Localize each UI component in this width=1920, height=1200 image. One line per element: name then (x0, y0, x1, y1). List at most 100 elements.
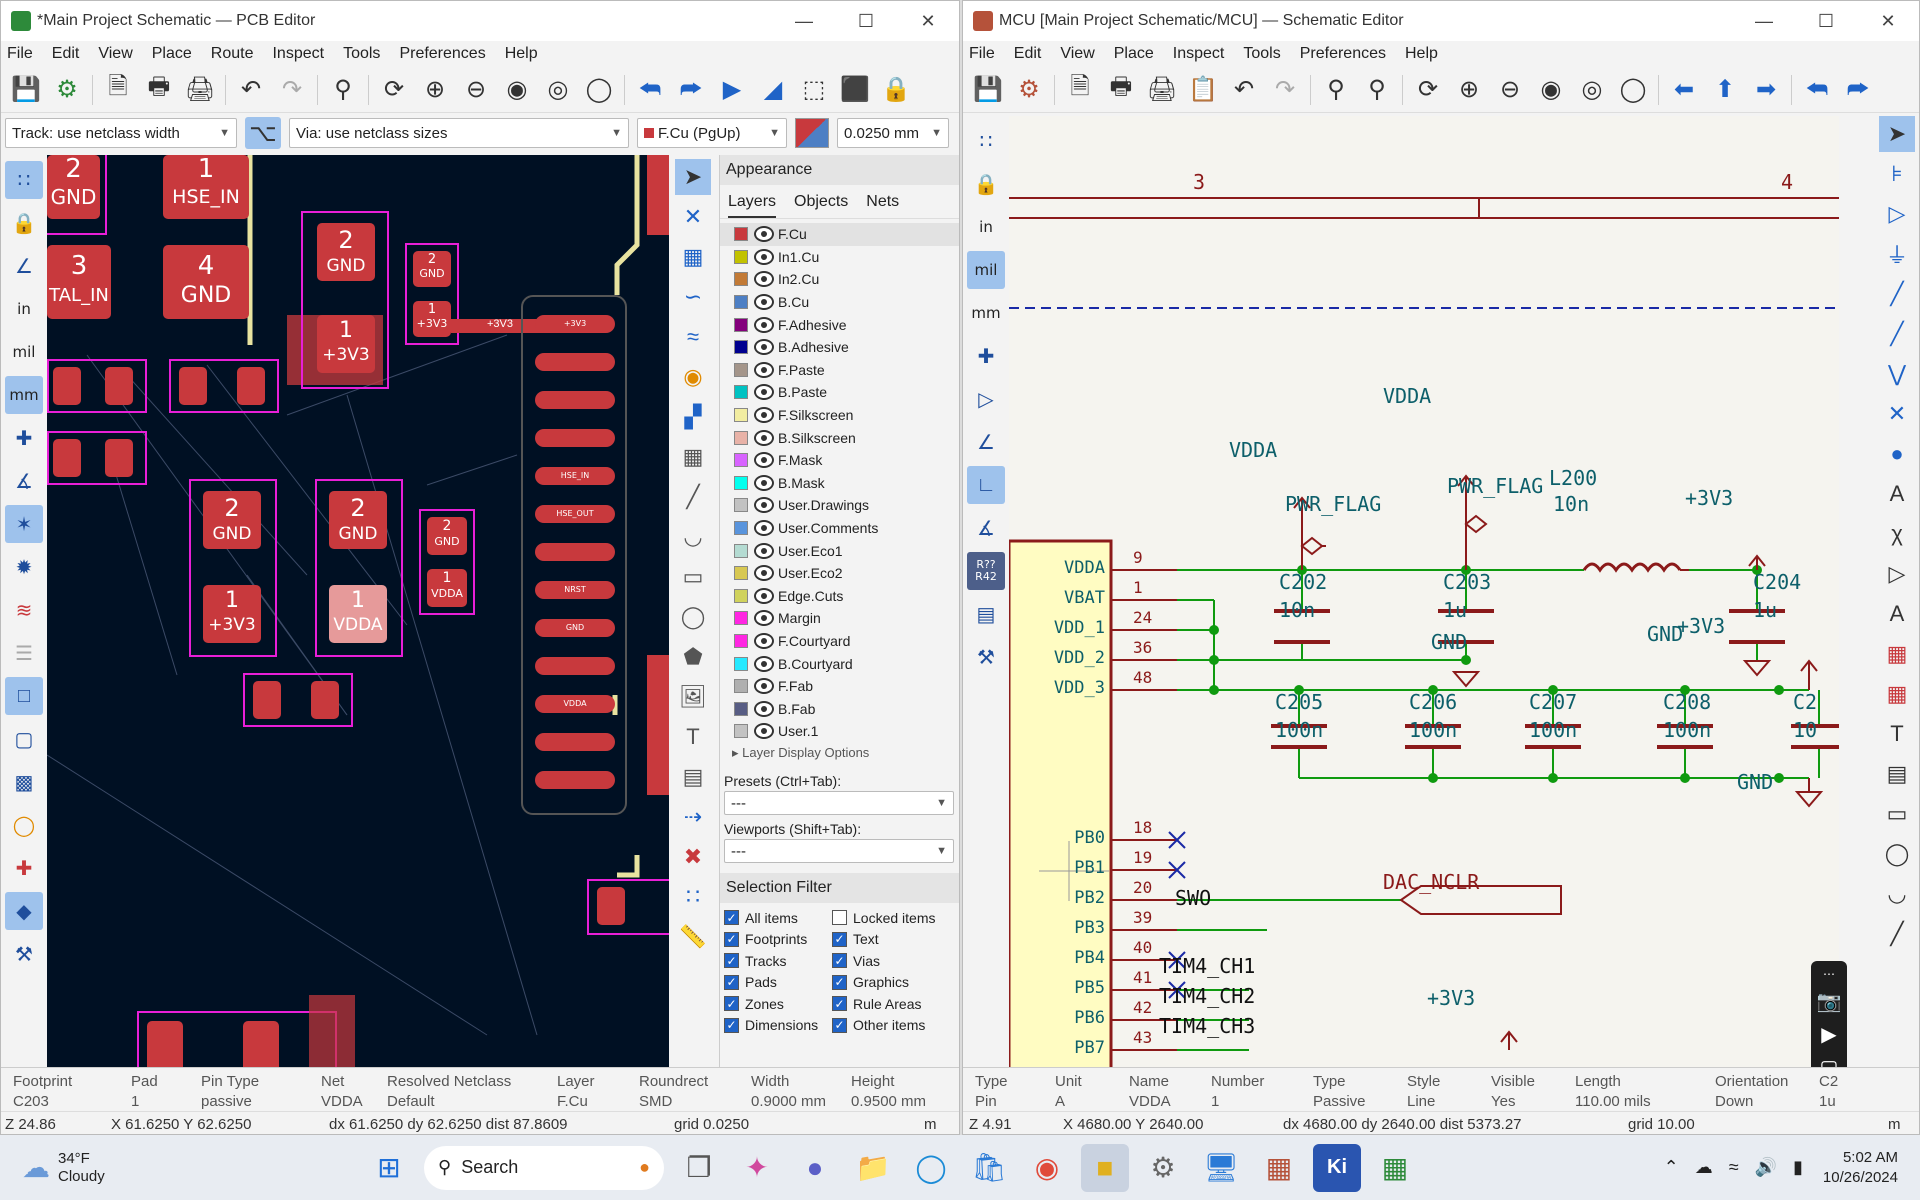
maximize-button[interactable]: ☐ (835, 1, 897, 41)
zoom-fit-icon[interactable]: ◉ (498, 71, 536, 109)
lock-grid-icon[interactable]: 🔒 (967, 165, 1005, 203)
draw-arc-icon[interactable]: ◡ (675, 519, 711, 555)
schematic-label[interactable]: 100n (1663, 718, 1711, 742)
eye-icon[interactable] (754, 316, 774, 333)
layer-color-swatch[interactable] (734, 385, 748, 400)
layer-row[interactable]: F.Cu (720, 223, 959, 246)
eye-icon[interactable] (754, 226, 774, 243)
schematic-label[interactable]: GND (1431, 630, 1467, 654)
find-icon[interactable]: ⚲ (1317, 71, 1355, 109)
schematic-canvas[interactable]: 3 4 VDDA VDDA PWR_FLAG PWR_FLAG L200 10n +3V3 +3V… (1009, 116, 1839, 1067)
hierarchy-icon[interactable]: ▤ (967, 595, 1005, 633)
bus-entry-icon[interactable]: ⋁ (1879, 356, 1915, 392)
pcb-pad[interactable]: 1 +3V3 (317, 315, 375, 373)
layer-color-swatch[interactable] (734, 227, 748, 242)
layer-row[interactable]: User.Drawings (720, 494, 959, 517)
eye-icon[interactable] (754, 271, 774, 288)
schematic-label[interactable]: SWO (1175, 886, 1211, 910)
layer-row[interactable]: F.Mask (720, 449, 959, 472)
schematic-label[interactable]: 10n (1279, 598, 1315, 622)
eye-icon[interactable] (754, 520, 774, 537)
layer-row[interactable]: B.Mask (720, 472, 959, 495)
presets-select[interactable]: --- ▼ (724, 791, 954, 815)
menu-help[interactable]: Help (1405, 45, 1438, 63)
layer-color-swatch[interactable] (734, 701, 748, 716)
pcb-pad[interactable]: 4 GND (163, 245, 249, 319)
route-track-icon[interactable]: ∽ (675, 279, 711, 315)
angle-icon[interactable]: ∠ (967, 423, 1005, 461)
ic-pad[interactable] (535, 733, 615, 751)
ic-pad[interactable] (535, 429, 615, 447)
nav-back-icon[interactable]: ⬅ (1665, 71, 1703, 109)
tab-nets[interactable]: Nets (866, 193, 899, 218)
units-mm-button[interactable]: mm (5, 376, 43, 414)
eye-icon[interactable] (754, 384, 774, 401)
refresh-icon[interactable]: ⟳ (375, 71, 413, 109)
grid-select[interactable]: 0.0250 mm ▼ (837, 118, 949, 148)
paste-icon[interactable]: 📋 (1184, 71, 1222, 109)
file-explorer-icon[interactable]: 📁 (849, 1144, 897, 1192)
checkbox[interactable]: ✓ (724, 931, 739, 947)
pcb-pad[interactable] (243, 1021, 279, 1067)
eye-icon[interactable] (754, 632, 774, 649)
cursor-shape-icon[interactable]: ✚ (967, 337, 1005, 375)
add-image-icon[interactable]: 🖼 (675, 679, 711, 715)
add-textbox-icon[interactable]: ▤ (1879, 756, 1915, 792)
grid-toggle-icon[interactable]: ∷ (5, 161, 43, 199)
ic-pad[interactable]: +3V3 (535, 315, 615, 333)
pcb-pad[interactable] (253, 681, 281, 719)
cursor-shape-icon[interactable]: ✚ (5, 419, 43, 457)
line-mode-icon[interactable]: ∟ (967, 466, 1005, 504)
track-width-select[interactable]: Track: use netclass width ▼ (5, 118, 237, 148)
onedrive-icon[interactable]: ☁ (1695, 1157, 1713, 1178)
menu-place[interactable]: Place (1114, 45, 1154, 63)
layer-row[interactable]: B.Fab (720, 697, 959, 720)
eye-icon[interactable] (754, 700, 774, 717)
schematic-label[interactable]: C207 (1529, 690, 1577, 714)
chevron-up-icon[interactable]: ⌃ (1664, 1157, 1679, 1178)
pcb-pad[interactable] (53, 367, 81, 405)
pcb-pad[interactable]: 1 +3V3 (413, 301, 451, 337)
ic-pad[interactable] (535, 353, 615, 371)
chrome-icon[interactable]: ◉ (1023, 1144, 1071, 1192)
pcb-pad[interactable] (53, 439, 81, 477)
pcb-pad[interactable]: 2 GND (427, 517, 467, 555)
add-zone-icon[interactable]: ▞ (675, 399, 711, 435)
lock-icon[interactable]: 🔒 (877, 71, 915, 109)
checkbox[interactable]: ✓ (832, 931, 847, 947)
checkbox[interactable]: ✓ (832, 953, 847, 969)
schematic-label[interactable]: +3V3 (1685, 486, 1733, 510)
add-via-icon[interactable]: ◉ (675, 359, 711, 395)
layer-color-swatch[interactable] (734, 340, 748, 355)
pcb-pad[interactable]: 2 GND (413, 251, 451, 287)
layer-row[interactable]: B.Cu (720, 291, 959, 314)
schematic-label[interactable]: DAC_NCLR (1383, 870, 1479, 894)
menu-edit[interactable]: Edit (1014, 45, 1042, 63)
eye-icon[interactable] (754, 294, 774, 311)
layer-row[interactable]: F.Fab (720, 675, 959, 698)
units-mil-button[interactable]: mil (967, 251, 1005, 289)
schematic-label[interactable]: 100n (1529, 718, 1577, 742)
rule-area-icon[interactable]: ▦ (675, 439, 711, 475)
nav-forward-icon[interactable]: ➡ (1747, 71, 1785, 109)
ratsnest-icon[interactable]: ✶ (5, 505, 43, 543)
selection-filter-item[interactable]: ✓ Zones (724, 993, 832, 1015)
settings-gear-icon[interactable]: ⚙ (1139, 1144, 1187, 1192)
checkbox[interactable]: ✓ (832, 974, 847, 990)
windows-start-icon[interactable]: ⊞ (365, 1144, 413, 1192)
menu-inspect[interactable]: Inspect (1173, 45, 1225, 63)
selection-filter-item[interactable]: ✓ Dimensions (724, 1015, 832, 1037)
add-junction-icon[interactable]: ● (1879, 436, 1915, 472)
schematic-label[interactable]: GND (1647, 622, 1683, 646)
net-highlight-icon[interactable]: ◯ (5, 806, 43, 844)
schematic-label[interactable]: 1u (1753, 598, 1777, 622)
checkbox[interactable]: ✓ (724, 953, 739, 969)
layer-color-swatch[interactable] (734, 430, 748, 445)
ic-pad[interactable]: NRST (535, 581, 615, 599)
undo-icon[interactable]: ↶ (1225, 71, 1263, 109)
camera-icon[interactable]: 📷 (1817, 989, 1842, 1014)
pcb-pad[interactable] (147, 1021, 183, 1067)
add-footprint-icon[interactable]: ▦ (675, 239, 711, 275)
layer-color-swatch[interactable] (734, 475, 748, 490)
add-textbox-icon[interactable]: ▤ (675, 759, 711, 795)
